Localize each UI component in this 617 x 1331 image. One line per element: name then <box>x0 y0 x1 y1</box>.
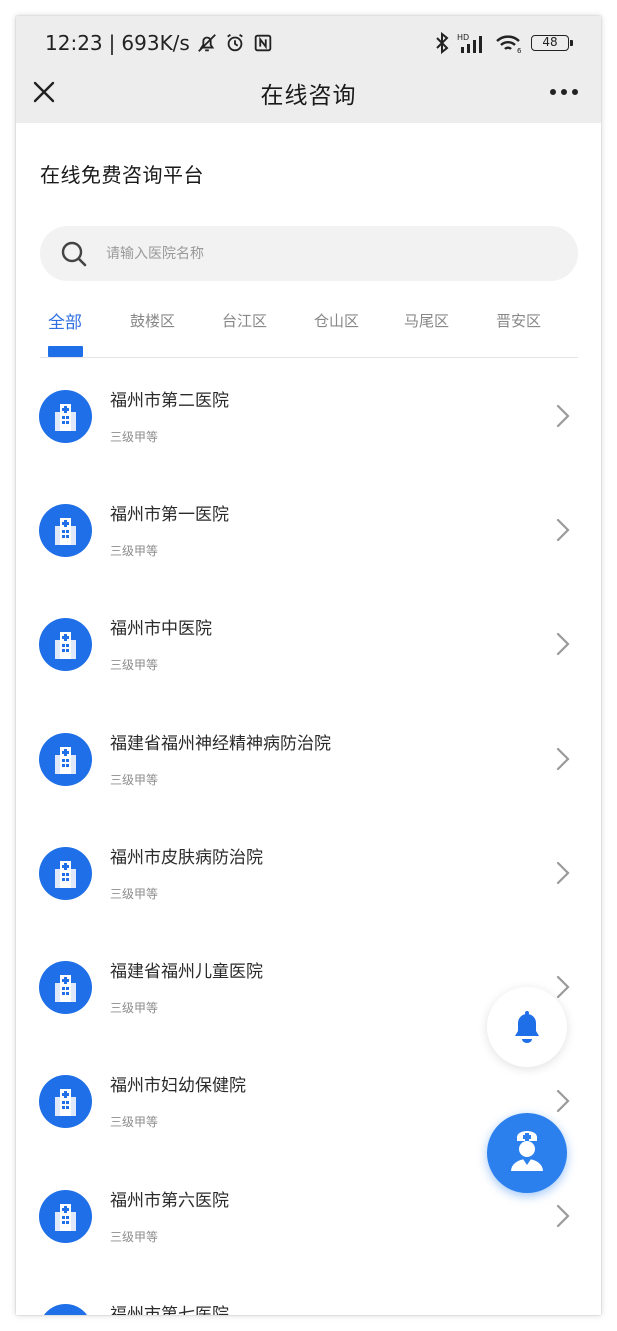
hospital-icon <box>39 1190 92 1243</box>
tab-mawei[interactable]: 马尾区 <box>404 310 449 331</box>
chevron-right-icon <box>556 975 570 999</box>
list-item[interactable]: 福州市第七医院 <box>16 1272 601 1315</box>
hospital-icon <box>39 847 92 900</box>
nfc-icon <box>254 34 272 52</box>
hospital-icon <box>39 961 92 1014</box>
tab-gulou[interactable]: 鼓楼区 <box>130 310 175 331</box>
bluetooth-icon <box>436 32 449 54</box>
battery-indicator: 48 <box>531 35 573 51</box>
hospital-level: 三级甲等 <box>110 1115 159 1129</box>
hospital-icon <box>39 1304 92 1315</box>
top-bar: 12:23 | 693K/s HD 6 48 在线咨询 <box>16 16 601 123</box>
chevron-right-icon <box>556 861 570 885</box>
svg-text:6: 6 <box>517 47 522 54</box>
chevron-right-icon <box>556 404 570 428</box>
hospital-name: 福建省福州儿童医院 <box>110 962 263 982</box>
hospital-level: 三级甲等 <box>110 544 159 558</box>
chevron-right-icon <box>556 1204 570 1228</box>
hospital-level: 三级甲等 <box>110 430 159 444</box>
hospital-icon <box>39 390 92 443</box>
list-item[interactable]: 福建省福州神经精神病防治院 三级甲等 <box>16 701 601 815</box>
chevron-right-icon <box>556 747 570 771</box>
status-bar: 12:23 | 693K/s HD 6 48 <box>16 16 601 72</box>
status-left: 12:23 | 693K/s <box>45 31 274 55</box>
list-item[interactable]: 福州市皮肤病防治院 三级甲等 <box>16 815 601 929</box>
mute-bell-icon <box>197 34 216 52</box>
hospital-name: 福州市第七医院 <box>110 1305 229 1315</box>
hospital-icon <box>39 618 92 671</box>
tab-jinan[interactable]: 晋安区 <box>496 310 541 331</box>
status-separator: | <box>108 31 116 55</box>
alarm-icon <box>227 33 243 52</box>
chevron-right-icon <box>556 1089 570 1113</box>
hospital-level: 三级甲等 <box>110 887 159 901</box>
signal-icon: HD <box>457 33 482 53</box>
tab-cangshan[interactable]: 仓山区 <box>314 310 359 331</box>
more-icon[interactable] <box>549 80 579 104</box>
list-item[interactable]: 福州市第二医院 三级甲等 <box>16 358 601 472</box>
bell-icon <box>515 1011 539 1043</box>
status-time: 12:23 <box>45 31 103 55</box>
list-item[interactable]: 福州市中医院 三级甲等 <box>16 586 601 700</box>
tab-taijiang[interactable]: 台江区 <box>222 310 267 331</box>
nav-bar: 在线咨询 <box>16 72 601 123</box>
hospital-name: 福州市第一医院 <box>110 505 229 525</box>
phone-screen: 12:23 | 693K/s HD 6 48 在线咨询 在线免费咨询平台 请输入… <box>16 16 601 1315</box>
hospital-name: 福州市第六医院 <box>110 1191 229 1211</box>
platform-heading: 在线免费咨询平台 <box>40 163 204 187</box>
screenshot-frame: 12:23 | 693K/s HD 6 48 在线咨询 在线免费咨询平台 请输入… <box>0 0 617 1331</box>
search-input[interactable] <box>104 226 544 281</box>
page-title: 在线咨询 <box>260 83 357 109</box>
hospital-level: 三级甲等 <box>110 1001 159 1015</box>
tab-active-indicator <box>48 346 83 357</box>
hospital-level: 三级甲等 <box>110 658 159 672</box>
hospital-name: 福州市妇幼保健院 <box>110 1076 246 1096</box>
wifi-icon: 6 <box>496 35 522 54</box>
list-item[interactable]: 福州市第一医院 三级甲等 <box>16 472 601 586</box>
chevron-right-icon <box>556 632 570 656</box>
status-right: HD 6 48 <box>435 32 573 54</box>
hospital-name: 福州市皮肤病防治院 <box>110 848 263 868</box>
hospital-name: 福州市中医院 <box>110 619 212 639</box>
hospital-icon <box>39 733 92 786</box>
svg-text:HD: HD <box>457 33 469 42</box>
hospital-name: 福州市第二医院 <box>110 391 229 411</box>
hospital-level: 三级甲等 <box>110 1230 159 1244</box>
status-net-speed: 693K/s <box>121 31 190 55</box>
district-tabs: 全部 鼓楼区 台江区 仓山区 马尾区 晋安区 <box>40 310 578 358</box>
search-icon <box>61 241 87 267</box>
notification-button[interactable] <box>487 987 567 1067</box>
hospital-icon <box>39 1075 92 1128</box>
hospital-name: 福建省福州神经精神病防治院 <box>110 734 331 754</box>
chevron-right-icon <box>556 518 570 542</box>
tab-all[interactable]: 全部 <box>48 308 82 333</box>
hospital-icon <box>39 504 92 557</box>
hospital-level: 三级甲等 <box>110 773 159 787</box>
search-bar[interactable] <box>40 226 578 281</box>
doctor-consult-button[interactable] <box>487 1113 567 1193</box>
doctor-icon <box>511 1131 543 1171</box>
